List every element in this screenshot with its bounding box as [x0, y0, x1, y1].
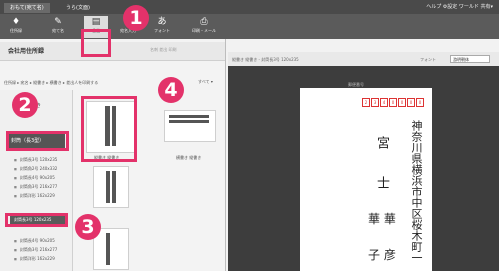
print-icon: ⎙ — [200, 17, 208, 27]
nav-item[interactable]: 封筒角3号 216x277 — [14, 247, 57, 253]
highlight-ribbon-button — [81, 29, 111, 57]
zip-digit: 0 — [407, 98, 415, 107]
thumbnail-text-block — [106, 171, 110, 203]
preview-layout-name: 縦書き 縦書き - 封筒長3号 120x235 — [232, 57, 299, 62]
postal-code-boxes: 2340000 — [362, 98, 425, 107]
zip-digit: 0 — [389, 98, 397, 107]
address-book-icon: ♦ — [11, 17, 21, 27]
nav-item[interactable]: 封筒長4号 90x205 — [14, 238, 55, 244]
highlight-thumbnail — [81, 96, 137, 162]
nav-item[interactable]: 封筒洋形 162x229 — [14, 193, 55, 199]
step-badge-1: 1 — [123, 5, 149, 31]
postal-code-label: 郵便番号 — [348, 82, 364, 87]
thumbnail-caption: 横書き 縦書き — [176, 155, 202, 160]
nav-item[interactable]: 封筒洋形 162x229 — [14, 256, 55, 262]
recipient-name-2: 子 彦 — [368, 248, 396, 262]
recipient-icon: ✎ — [54, 17, 62, 27]
pane-header-actions[interactable]: 名刺 差出 印刷 — [150, 47, 177, 53]
font-button[interactable]: あ フォント — [150, 16, 174, 38]
tab-strip: おもて(宛て名) うら(文面) — [0, 0, 200, 14]
zip-digit: 2 — [362, 98, 370, 107]
step-badge-2: 2 — [12, 92, 38, 118]
recipient-company: 宮 — [374, 136, 389, 149]
thumbnail-text-block — [169, 115, 209, 118]
recipient-address: 神奈川県横浜市中区桜木町一 — [410, 120, 423, 263]
zip-digit: 3 — [371, 98, 379, 107]
paper-icon: ▤ — [91, 17, 101, 27]
step-badge-4: 4 — [158, 77, 184, 103]
pane-title: 会社用住所録 — [8, 48, 45, 55]
nav-item[interactable]: 封筒角3号 216x277 — [14, 184, 57, 190]
recipient-button[interactable]: ✎ 宛て名 — [46, 16, 70, 38]
tab-back[interactable]: うら(文面) — [60, 3, 96, 13]
thumbnail-text-block — [112, 171, 116, 203]
font-label: フォント — [420, 57, 436, 62]
filter-select[interactable]: すべて ▾ — [198, 79, 213, 85]
nav-item[interactable]: 封筒長4号 90x205 — [14, 175, 55, 181]
nav-item[interactable]: 封筒角2号 240x332 — [14, 166, 57, 172]
layout-thumbnail[interactable] — [164, 110, 216, 142]
thumbnail-text-block — [106, 233, 110, 265]
address-book-button[interactable]: ♦ 住所録 — [4, 16, 28, 38]
recipient-name-1: 華 華 — [368, 212, 396, 226]
font-icon: あ — [157, 17, 167, 27]
highlight-nav-envelope — [6, 131, 69, 151]
ribbon-toolbar — [0, 14, 499, 39]
zip-digit: 4 — [380, 98, 388, 107]
print-mail-button[interactable]: ⎙ 印刷・メール — [188, 16, 220, 38]
tab-front[interactable]: おもて(宛て名) — [4, 3, 50, 13]
layout-thumbnail[interactable] — [93, 166, 129, 208]
zip-digit: 0 — [398, 98, 406, 107]
recipient-company-2: 士 — [374, 176, 389, 189]
nav-item[interactable]: 封筒長3号 120x235 — [14, 157, 57, 163]
highlight-nav-size — [5, 213, 68, 227]
filter-crumbs[interactable]: 住所録 ▸ 宛名 ▸ 縦書き ▸ 横書き ▸ 差出人を印刷する — [4, 80, 98, 86]
header-links[interactable]: ヘルプ ⚙設定 ワールド 共有▾ — [426, 3, 493, 10]
thumbnail-text-block — [169, 120, 209, 123]
zip-digit: 0 — [416, 98, 424, 107]
step-badge-3: 3 — [75, 214, 101, 240]
font-select[interactable]: 游明朝体 — [450, 55, 490, 63]
